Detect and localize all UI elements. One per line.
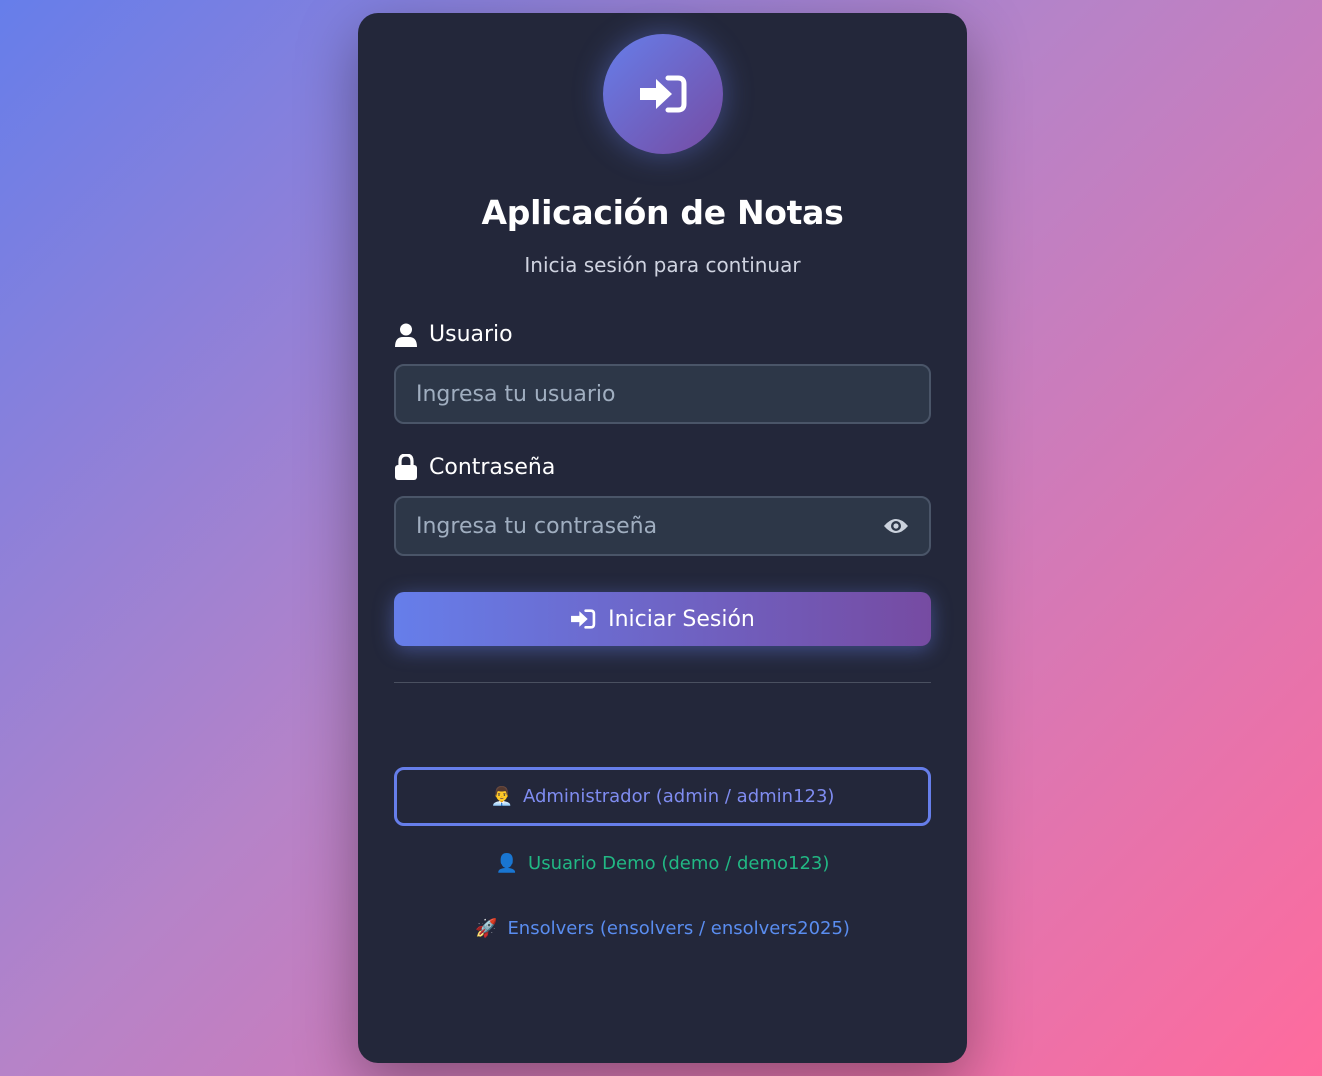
demo-ensolvers-link[interactable]: 🚀 Ensolvers (ensolvers / ensolvers2025)	[358, 918, 967, 939]
password-label: Contraseña	[395, 454, 555, 480]
demo-admin-button[interactable]: 👨‍💼 Administrador (admin / admin123)	[394, 767, 931, 826]
password-input[interactable]	[416, 513, 883, 539]
login-button-label: Iniciar Sesión	[608, 606, 755, 632]
eye-icon	[884, 519, 908, 533]
toggle-password-button[interactable]	[883, 513, 909, 539]
user-emoji-icon: 👤	[495, 853, 519, 874]
sign-in-icon	[571, 609, 596, 629]
demo-admin-label: Administrador (admin / admin123)	[522, 786, 835, 807]
page-title: Aplicación de Notas	[481, 193, 844, 232]
lock-icon	[395, 454, 417, 480]
login-button[interactable]: Iniciar Sesión	[394, 592, 931, 646]
password-label-text: Contraseña	[429, 454, 556, 480]
username-field[interactable]	[394, 364, 931, 424]
page-subtitle: Inicia sesión para continuar	[524, 253, 801, 277]
login-card: Aplicación de Notas Inicia sesión para c…	[358, 13, 967, 1063]
demo-ensolvers-label: Ensolvers (ensolvers / ensolvers2025)	[507, 918, 850, 939]
username-label: Usuario	[395, 322, 513, 347]
demo-user-link[interactable]: 👤 Usuario Demo (demo / demo123)	[358, 853, 967, 874]
logo-badge	[603, 34, 723, 154]
rocket-emoji-icon: 🚀	[475, 918, 498, 939]
password-field[interactable]	[394, 496, 931, 556]
admin-emoji-icon: 👨‍💼	[490, 786, 513, 807]
username-input[interactable]	[416, 381, 909, 407]
username-label-text: Usuario	[429, 322, 513, 347]
demo-user-label: Usuario Demo (demo / demo123)	[528, 853, 830, 874]
user-icon	[395, 323, 417, 347]
sign-in-icon	[640, 75, 687, 113]
divider	[394, 682, 931, 683]
